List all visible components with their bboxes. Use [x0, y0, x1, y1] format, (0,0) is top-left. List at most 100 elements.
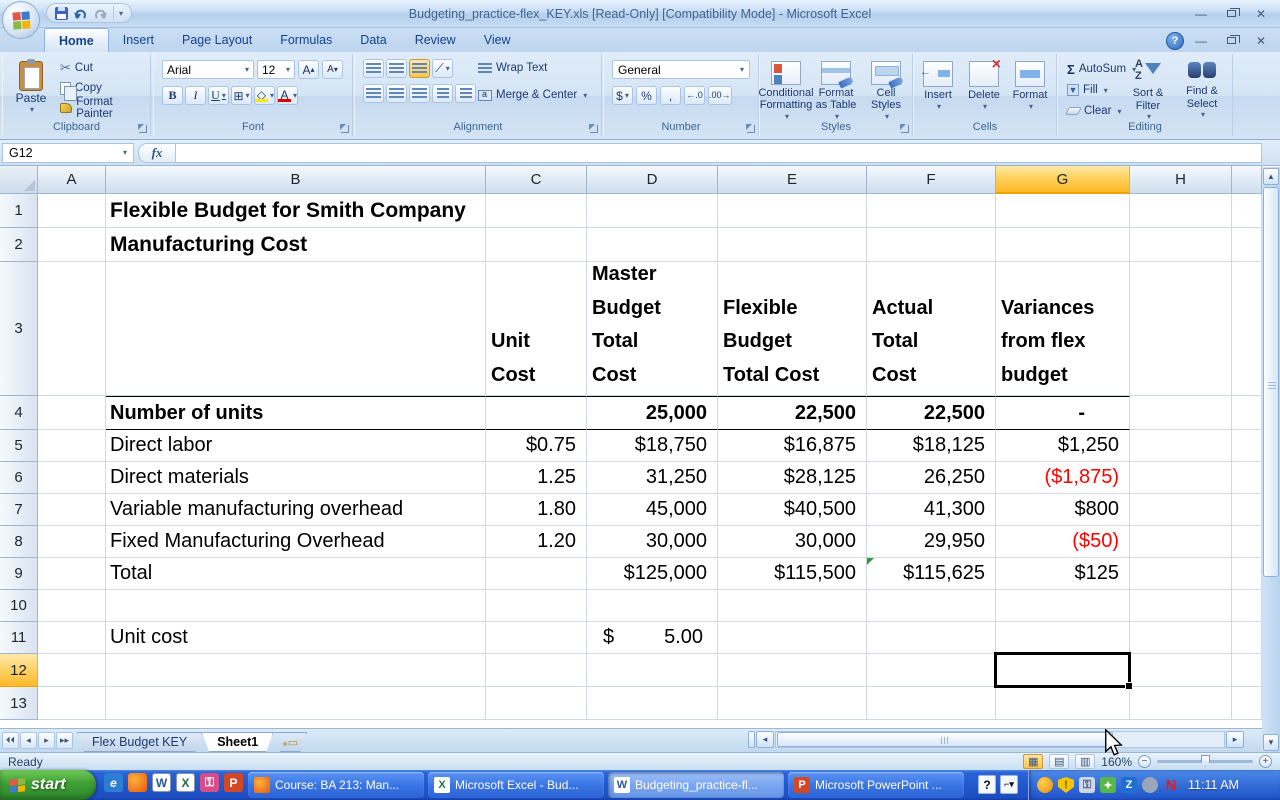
styles-dialog-launcher[interactable]	[901, 125, 909, 133]
shrink-font-button[interactable]: A▾	[322, 60, 343, 79]
find-select-button[interactable]: Find & Select▾	[1176, 58, 1228, 122]
format-cells-button[interactable]: Format▾	[1008, 58, 1052, 122]
tab-review[interactable]: Review	[401, 28, 470, 52]
cell-H10[interactable]	[1130, 590, 1232, 622]
row-header-10[interactable]: 10	[0, 590, 38, 622]
cell-H3[interactable]	[1130, 262, 1232, 396]
row-header-4[interactable]: 4	[0, 396, 38, 430]
cell-styles-button[interactable]: Cell Styles▾	[862, 58, 910, 122]
cell-B2[interactable]: Manufacturing Cost	[106, 228, 486, 262]
row-header-6[interactable]: 6	[0, 462, 38, 494]
cell-B10[interactable]	[106, 590, 486, 622]
normal-view-button[interactable]: ▦	[1023, 754, 1043, 769]
row-header-1[interactable]: 1	[0, 194, 38, 228]
underline-button[interactable]: U▾	[208, 86, 229, 105]
insert-function-button[interactable]: fx	[138, 143, 176, 163]
cell-E10[interactable]	[718, 590, 867, 622]
cell-H2[interactable]	[1130, 228, 1232, 262]
cell-D11[interactable]: $5.00	[587, 622, 718, 654]
cell-C6[interactable]: 1.25	[486, 462, 587, 494]
cell-F12[interactable]	[867, 654, 996, 687]
office-button[interactable]	[2, 1, 40, 39]
taskbar-button-excel[interactable]: X Microsoft Excel - Bud...	[428, 772, 604, 798]
cell-F3[interactable]: ActualTotalCost	[867, 262, 996, 396]
cell-E11[interactable]	[718, 622, 867, 654]
cell-A1[interactable]	[38, 194, 106, 228]
cell-E1[interactable]	[718, 194, 867, 228]
workbook-restore-button[interactable]	[1218, 32, 1244, 49]
row-header-13[interactable]: 13	[0, 687, 38, 720]
delete-cells-button[interactable]: Delete▾	[962, 58, 1006, 122]
cell-D13[interactable]	[587, 687, 718, 720]
column-header-blank[interactable]	[1232, 166, 1262, 194]
tab-home[interactable]: Home	[44, 28, 109, 52]
cell-C13[interactable]	[486, 687, 587, 720]
zoom-in-button[interactable]: +	[1259, 755, 1272, 768]
cell-blank1[interactable]	[1232, 194, 1262, 228]
font-name-select[interactable]: Arial▾	[162, 60, 254, 79]
insert-worksheet-icon[interactable]: ⁎▭	[273, 732, 307, 752]
cell-G7[interactable]: $800	[996, 494, 1130, 526]
cell-C11[interactable]	[486, 622, 587, 654]
number-dialog-launcher[interactable]	[747, 125, 755, 133]
cell-H13[interactable]	[1130, 687, 1232, 720]
cell-C12[interactable]	[486, 654, 587, 687]
workbook-minimize-button[interactable]: —	[1188, 32, 1214, 49]
align-center-button[interactable]	[386, 84, 407, 103]
cut-button[interactable]: ✂Cut	[57, 59, 150, 77]
cell-B8[interactable]: Fixed Manufacturing Overhead	[106, 526, 486, 558]
formula-input[interactable]	[176, 143, 1262, 163]
cell-F4[interactable]: 22,500	[867, 396, 996, 430]
cell-F13[interactable]	[867, 687, 996, 720]
cell-B12[interactable]	[106, 654, 486, 687]
row-header-5[interactable]: 5	[0, 430, 38, 462]
first-sheet-icon[interactable]: ⏴⏴	[2, 732, 19, 749]
cell-A9[interactable]	[38, 558, 106, 590]
cell-A10[interactable]	[38, 590, 106, 622]
cell-B11[interactable]: Unit cost	[106, 622, 486, 654]
row-header-11[interactable]: 11	[0, 622, 38, 654]
cell-blank12[interactable]	[1232, 654, 1262, 687]
clipboard-dialog-launcher[interactable]	[139, 125, 147, 133]
next-sheet-icon[interactable]: ▸	[38, 732, 55, 749]
cell-D3[interactable]: MasterBudgetTotalCost	[587, 262, 718, 396]
bottom-align-button[interactable]	[409, 59, 430, 78]
prev-sheet-icon[interactable]: ◂	[20, 732, 37, 749]
vertical-scrollbar[interactable]: ▲ ▼	[1262, 167, 1280, 752]
vertical-scrollbar-thumb[interactable]	[1263, 187, 1279, 577]
taskbar-button-budgeting[interactable]: W Budgeting_practice-fl...	[608, 772, 784, 798]
cell-H5[interactable]	[1130, 430, 1232, 462]
cell-blank4[interactable]	[1232, 396, 1262, 430]
column-header-G[interactable]: G	[996, 166, 1130, 194]
zoom-slider[interactable]	[1157, 760, 1253, 763]
tray-n-icon[interactable]: N	[1163, 777, 1179, 793]
row-header-3[interactable]: 3	[0, 262, 38, 396]
align-right-button[interactable]	[409, 84, 430, 103]
cell-B1[interactable]: Flexible Budget for Smith Company	[106, 194, 486, 228]
sheet-tab-sheet1[interactable]: Sheet1	[202, 732, 273, 752]
column-header-C[interactable]: C	[486, 166, 587, 194]
cell-E8[interactable]: 30,000	[718, 526, 867, 558]
column-header-B[interactable]: B	[106, 166, 486, 194]
cell-D5[interactable]: $18,750	[587, 430, 718, 462]
cell-A6[interactable]	[38, 462, 106, 494]
workbook-close-button[interactable]: ✕	[1248, 32, 1274, 49]
cell-F11[interactable]	[867, 622, 996, 654]
tab-view[interactable]: View	[470, 28, 525, 52]
borders-button[interactable]: ⊞▾	[231, 86, 252, 105]
scroll-down-icon[interactable]: ▼	[1263, 734, 1279, 751]
cell-H4[interactable]	[1130, 396, 1232, 430]
insert-cells-button[interactable]: Insert▾	[916, 58, 960, 122]
cell-G11[interactable]	[996, 622, 1130, 654]
sheet-tab-flex-budget-key[interactable]: Flex Budget KEY	[77, 732, 202, 752]
cell-C7[interactable]: 1.80	[486, 494, 587, 526]
orientation-button[interactable]: ⟋▾	[432, 59, 453, 78]
page-break-view-button[interactable]: ▥	[1075, 754, 1095, 769]
cell-F5[interactable]: $18,125	[867, 430, 996, 462]
cell-blank9[interactable]	[1232, 558, 1262, 590]
font-color-button[interactable]: A▾	[277, 86, 298, 105]
tray-green-icon[interactable]: ✦	[1100, 777, 1116, 793]
cell-C5[interactable]: $0.75	[486, 430, 587, 462]
help-tray-icon[interactable]: ?	[978, 775, 996, 794]
fill-color-button[interactable]: ◇▾	[254, 86, 275, 105]
